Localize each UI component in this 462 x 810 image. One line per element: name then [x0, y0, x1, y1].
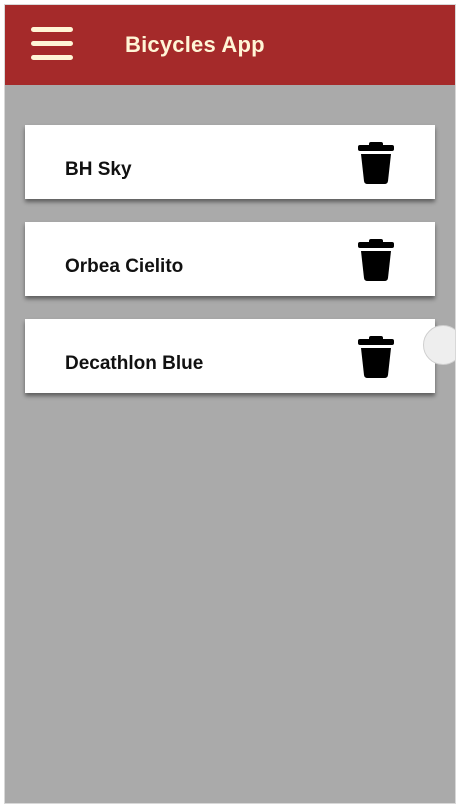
list-item[interactable]: BH Sky	[25, 125, 435, 199]
menu-bar	[31, 27, 73, 32]
menu-bar	[31, 41, 73, 46]
menu-bar	[31, 55, 73, 60]
app-title: Bicycles App	[125, 32, 265, 57]
bicycle-name: Orbea Cielito	[65, 256, 184, 277]
scroll-handle[interactable]	[423, 325, 455, 365]
list-item[interactable]: Orbea Cielito	[25, 222, 435, 296]
list-item[interactable]: Decathlon Blue	[25, 319, 435, 393]
trash-icon[interactable]	[357, 142, 395, 184]
trash-icon-graphic	[358, 142, 394, 184]
trash-icon-graphic	[358, 336, 394, 378]
bicycle-list: BH Sky Orbea Cielito Decathlon Blue	[25, 125, 435, 416]
trash-icon[interactable]	[357, 336, 395, 378]
app-screen: Bicycles App BH Sky Orbea Cielito Decath…	[4, 4, 456, 804]
bicycle-name: BH Sky	[65, 159, 132, 180]
app-header: Bicycles App	[5, 5, 455, 85]
bicycle-name: Decathlon Blue	[65, 353, 204, 374]
trash-icon-graphic	[358, 239, 394, 281]
hamburger-menu-icon[interactable]	[31, 27, 75, 63]
trash-icon[interactable]	[357, 239, 395, 281]
